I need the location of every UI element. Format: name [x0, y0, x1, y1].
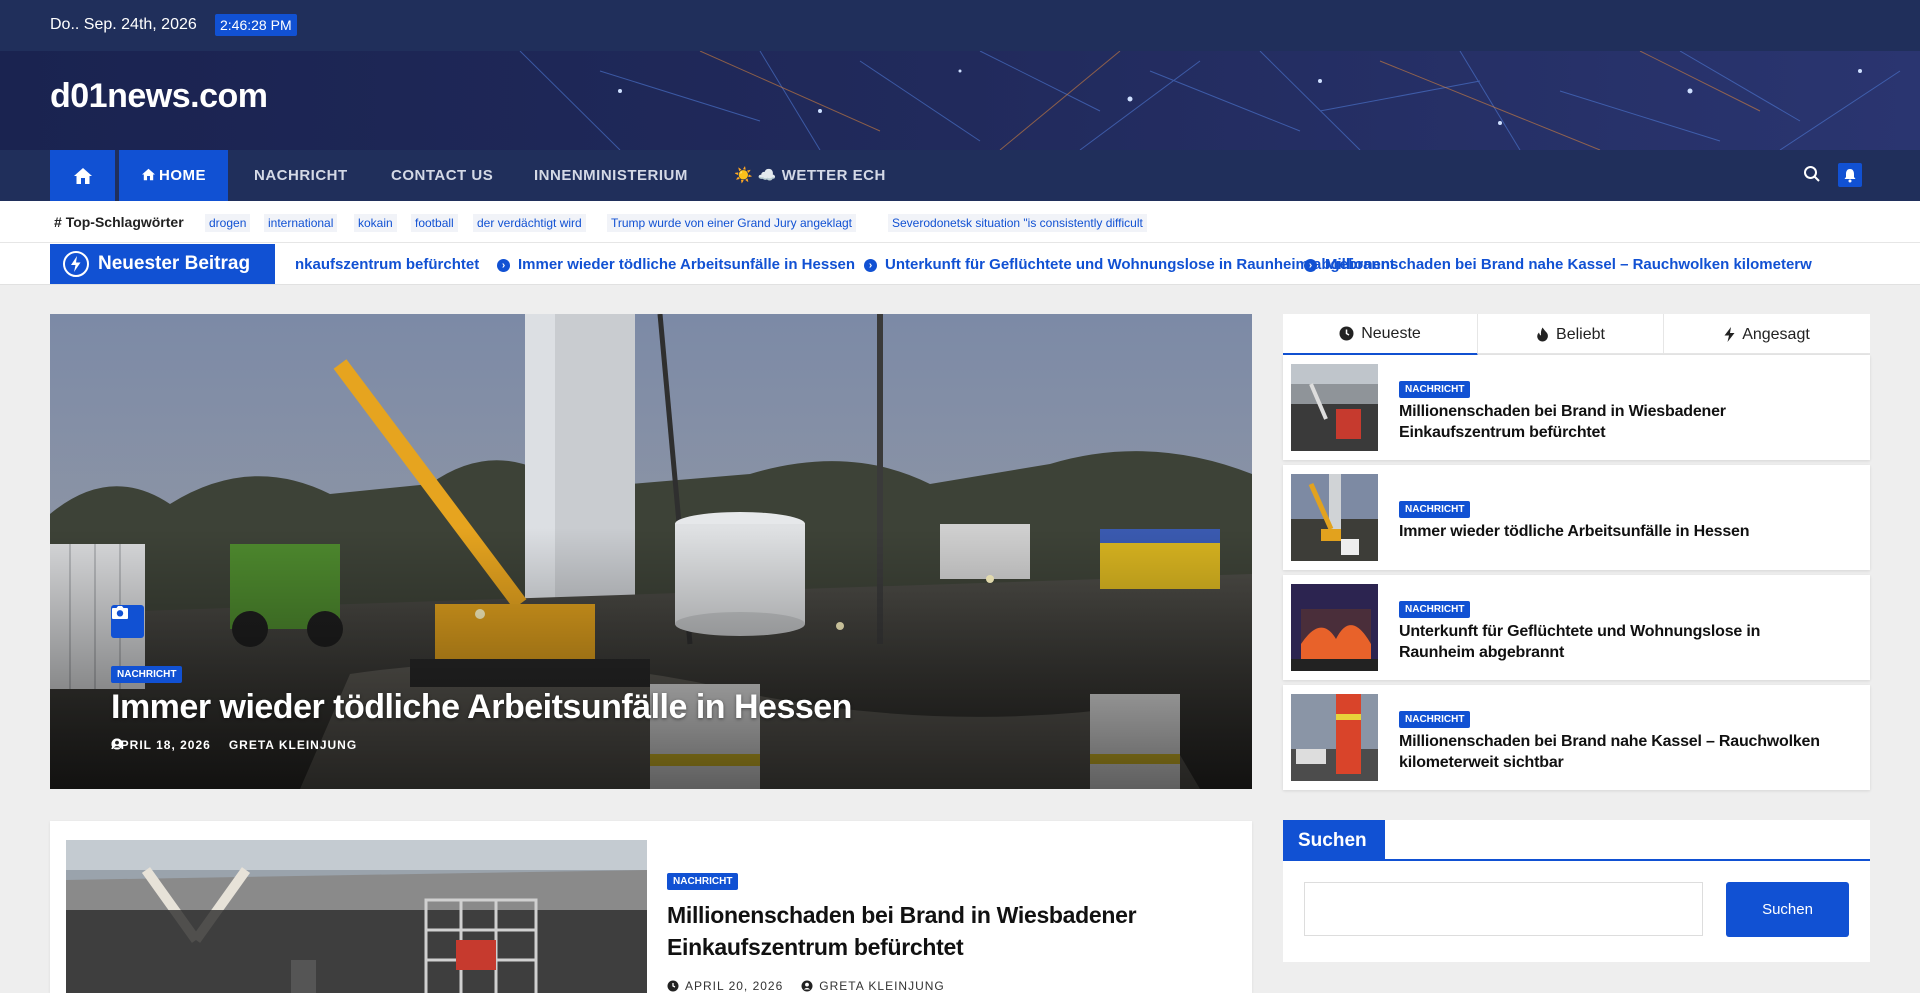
sidebar-post-category[interactable]: NACHRICHT — [1399, 711, 1471, 728]
nav-notification-button[interactable] — [1838, 163, 1862, 187]
tab-angesagt[interactable]: Angesagt — [1664, 314, 1870, 355]
current-date: Do.. Sep. 24th, 2026 — [50, 16, 197, 33]
home-icon — [73, 167, 92, 184]
site-logo[interactable]: d01news.com — [50, 77, 268, 116]
tab-neueste[interactable]: Neueste — [1283, 314, 1478, 356]
camera-icon — [111, 605, 144, 638]
tag-link[interactable]: der verdächtigt wird — [473, 214, 586, 232]
arrow-right-icon: › — [864, 259, 877, 272]
sidebar-post-title[interactable]: Millionenschaden bei Brand nahe Kassel –… — [1399, 731, 1839, 773]
nav-home-icon-button[interactable] — [50, 150, 115, 201]
sidebar-post: NACHRICHT Millionenschaden bei Brand in … — [1283, 355, 1870, 460]
nav-item-home[interactable]: HOME — [119, 150, 228, 201]
ticker-track: nkaufszentrum befürchtet › Immer wieder t… — [275, 243, 1920, 284]
search-widget-header: Suchen — [1283, 820, 1870, 861]
sidebar-post: NACHRICHT Millionenschaden bei Brand nah… — [1283, 685, 1870, 790]
hero-title[interactable]: Immer wieder tödliche Arbeitsunfälle in … — [111, 688, 852, 727]
post-date-text: APRIL 20, 2026 — [685, 979, 784, 993]
sidebar-post-thumbnail[interactable] — [1291, 364, 1378, 451]
post-author[interactable]: GRETA KLEINJUNG — [801, 979, 944, 993]
sidebar-post: NACHRICHT Immer wieder tödliche Arbeitsu… — [1283, 465, 1870, 570]
main-nav: HOME NACHRICHT CONTACT US INNENMINISTERI… — [0, 150, 1920, 201]
tag-link[interactable]: Severodonetsk situation "is consistently… — [888, 214, 1147, 232]
search-submit-button[interactable]: Suchen — [1726, 882, 1849, 937]
tab-label: Beliebt — [1556, 325, 1605, 343]
sidebar-post-title[interactable]: Unterkunft für Geflüchtete und Wohnungsl… — [1399, 621, 1839, 663]
bolt-circle-icon — [63, 251, 89, 277]
sidebar-post-category[interactable]: NACHRICHT — [1399, 601, 1471, 618]
sidebar-post-thumbnail[interactable] — [1291, 694, 1378, 781]
tag-link[interactable]: drogen — [205, 214, 251, 232]
clock-icon — [667, 980, 679, 992]
post-title[interactable]: Millionenschaden bei Brand in Wiesbadene… — [667, 899, 1187, 963]
top-tags-bar: # Top-Schlagwörter drogen international … — [0, 201, 1920, 243]
header-network-background — [0, 51, 1920, 150]
clock-icon — [1339, 326, 1354, 341]
search-icon — [1804, 166, 1820, 182]
bell-icon — [1844, 168, 1856, 182]
post-image[interactable] — [66, 840, 647, 993]
current-time: 2:46:28 PM — [215, 14, 297, 36]
post-author-text: GRETA KLEINJUNG — [819, 979, 945, 993]
ticker-item[interactable]: › Immer wieder tödliche Arbeitsunfälle in… — [497, 256, 855, 273]
tag-link[interactable]: Trump wurde von einer Grand Jury angekla… — [607, 214, 857, 232]
tab-label: Neueste — [1361, 324, 1421, 342]
sidebar-post-category[interactable]: NACHRICHT — [1399, 381, 1471, 398]
nav-item-contact-us[interactable]: CONTACT US — [391, 150, 493, 201]
sidebar-post: NACHRICHT Unterkunft für Geflüchtete und… — [1283, 575, 1870, 680]
search-input[interactable] — [1304, 882, 1703, 936]
ticker-label: Neuester Beitrag — [50, 244, 275, 284]
tag-link[interactable]: football — [411, 214, 458, 232]
nav-item-innenministerium[interactable]: INNENMINISTERIUM — [534, 150, 688, 201]
fire-icon — [1537, 327, 1548, 342]
nav-item-label: HOME — [159, 167, 206, 184]
sidebar-post-category[interactable]: NACHRICHT — [1399, 501, 1471, 518]
ticker-item[interactable]: nkaufszentrum befürchtet — [295, 256, 479, 273]
ticker-label-text: Neuester Beitrag — [98, 253, 251, 274]
sidebar-tabs: Neueste Beliebt Angesagt — [1283, 314, 1870, 356]
post-meta: APRIL 20, 2026 GRETA KLEINJUNG — [667, 979, 945, 993]
post-card: NACHRICHT Millionenschaden bei Brand in … — [50, 821, 1252, 993]
search-widget: Suchen Suchen — [1283, 820, 1870, 962]
hero-post[interactable]: NACHRICHT Immer wieder tödliche Arbeitsu… — [50, 314, 1252, 789]
home-icon — [142, 168, 155, 181]
ticker-item-text: Immer wieder tödliche Arbeitsunfälle in … — [518, 256, 856, 273]
arrow-right-icon: › — [497, 259, 510, 272]
ticker-item-text: Millionenschaden bei Brand nahe Kassel –… — [1325, 256, 1812, 273]
tag-link[interactable]: kokain — [354, 214, 397, 232]
nav-item-nachricht[interactable]: NACHRICHT — [254, 150, 348, 201]
tags-label: # Top-Schlagwörter — [54, 214, 184, 230]
tags-label-text: Top-Schlagwörter — [65, 214, 184, 230]
search-widget-title: Suchen — [1283, 820, 1385, 861]
sidebar-post-thumbnail[interactable] — [1291, 584, 1378, 671]
top-bar: Do.. Sep. 24th, 2026 2:46:28 PM — [0, 0, 1920, 51]
sidebar-post-title[interactable]: Immer wieder tödliche Arbeitsunfälle in … — [1399, 521, 1839, 542]
post-category-badge[interactable]: NACHRICHT — [667, 873, 739, 890]
sidebar-post-thumbnail[interactable] — [1291, 474, 1378, 561]
tag-link[interactable]: international — [264, 214, 338, 232]
hero-author[interactable]: GRETA KLEINJUNG — [111, 738, 358, 752]
nav-item-wetter[interactable]: ☀️ ☁️ WETTER ECH — [734, 150, 886, 201]
ticker-item-text: nkaufszentrum befürchtet — [295, 256, 480, 273]
arrow-right-icon: › — [1304, 259, 1317, 272]
latest-posts-ticker: Neuester Beitrag nkaufszentrum befürchte… — [0, 243, 1920, 285]
nav-search-button[interactable] — [1803, 165, 1821, 188]
tab-label: Angesagt — [1742, 325, 1810, 343]
ticker-item[interactable]: › Millionenschaden bei Brand nahe Kassel … — [1304, 256, 1812, 273]
hero-date-text: APRIL 18, 2026 — [111, 738, 211, 752]
tab-beliebt[interactable]: Beliebt — [1478, 314, 1664, 355]
sidebar-post-title[interactable]: Millionenschaden bei Brand in Wiesbadene… — [1399, 401, 1839, 443]
bolt-icon — [1724, 327, 1735, 342]
post-date[interactable]: APRIL 20, 2026 — [667, 979, 783, 993]
site-header: d01news.com — [0, 51, 1920, 150]
user-icon — [111, 738, 123, 750]
hero-author-text: GRETA KLEINJUNG — [228, 738, 358, 752]
hero-meta: APRIL 18, 2026 GRETA KLEINJUNG — [111, 738, 357, 752]
user-icon — [801, 980, 813, 992]
hero-category-badge[interactable]: NACHRICHT — [111, 666, 183, 683]
hero-date[interactable]: APRIL 18, 2026 — [111, 738, 211, 752]
